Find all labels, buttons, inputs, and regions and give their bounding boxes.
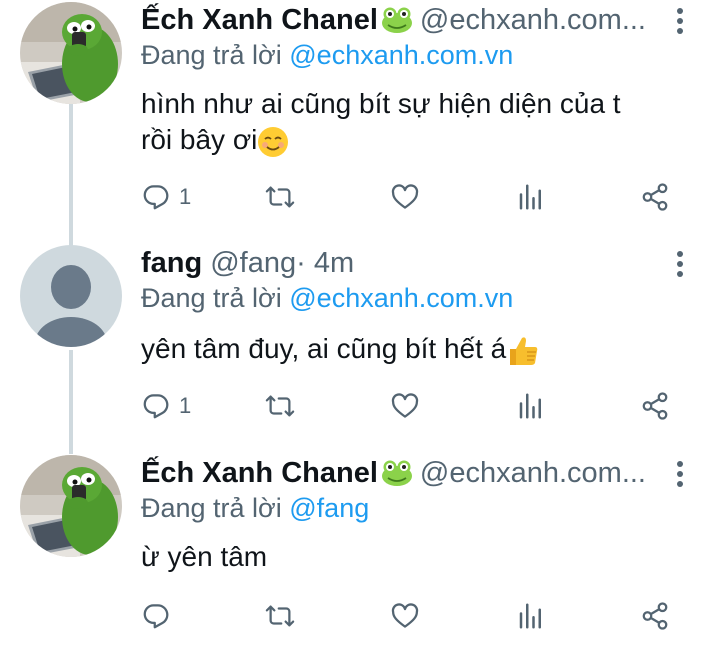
retweet-icon (265, 391, 295, 421)
analytics-icon (516, 182, 546, 212)
replying-to: Đang trả lời @echxanh.com.vn (141, 40, 513, 71)
frog-emoji (380, 459, 414, 487)
mention-link[interactable]: @echxanh.com.vn (289, 283, 513, 313)
reply-button[interactable]: 1 (141, 389, 191, 423)
share-icon (640, 182, 670, 212)
tweet-text-line: rồi bây ơi (141, 122, 681, 158)
kermit-avatar[interactable] (20, 455, 122, 557)
tweet-header: fang @fang · 4m (141, 243, 661, 283)
like-icon (390, 391, 420, 421)
action-bar: 1 (141, 180, 681, 214)
tweet-time[interactable]: · 4m (296, 247, 354, 280)
more-options-icon[interactable] (675, 251, 685, 277)
share-button[interactable] (640, 180, 670, 214)
retweet-button[interactable] (265, 180, 295, 214)
retweet-button[interactable] (265, 389, 295, 423)
replying-to-label: Đang trả lời (141, 493, 290, 523)
default-avatar[interactable] (20, 245, 122, 347)
analytics-button[interactable] (516, 389, 546, 423)
analytics-icon (516, 601, 546, 631)
thumbs-up-emoji (506, 334, 540, 368)
user-handle[interactable]: @fang (210, 247, 296, 280)
tweet-text-line: yên tâm đuy, ai cũng bít hết á (141, 331, 681, 368)
tweet-text-segment: yên tâm đuy, ai cũng bít hết á (141, 333, 507, 364)
tweet[interactable]: fang @fang · 4m Đang trả lời @echxanh.co… (0, 243, 719, 453)
reply-button[interactable]: 1 (141, 180, 191, 214)
tweet-text-segment: rồi bây ơi (141, 124, 258, 155)
replying-to-label: Đang trả lời (141, 283, 290, 313)
share-icon (640, 391, 670, 421)
share-icon (640, 601, 670, 631)
mention-link[interactable]: @fang (289, 493, 369, 523)
reply-button[interactable] (141, 599, 171, 633)
frog-emoji (380, 6, 414, 34)
tweet[interactable]: Ếch Xanh Chanel @echxanh.com... Đang trả… (0, 453, 719, 663)
like-icon (390, 601, 420, 631)
action-bar: 1 (141, 389, 681, 423)
analytics-button[interactable] (516, 180, 546, 214)
replying-to: Đang trả lời @fang (141, 493, 369, 524)
action-bar (141, 599, 681, 633)
retweet-icon (265, 601, 295, 631)
retweet-button[interactable] (265, 599, 295, 633)
tweet-text-line: hình như ai cũng bít sự hiện diện của t (141, 88, 621, 119)
retweet-icon (265, 182, 295, 212)
display-name[interactable]: fang (141, 247, 202, 280)
display-name[interactable]: Ếch Xanh Chanel (141, 4, 378, 37)
user-handle[interactable]: @echxanh.com... (420, 457, 646, 490)
mention-link[interactable]: @echxanh.com.vn (289, 40, 513, 70)
reply-icon (141, 391, 171, 421)
tweet[interactable]: Ếch Xanh Chanel @echxanh.com... Đang trả… (0, 0, 719, 210)
reply-icon (141, 601, 171, 631)
replying-to-label: Đang trả lời (141, 40, 290, 70)
replying-to: Đang trả lời @echxanh.com.vn (141, 283, 513, 314)
share-button[interactable] (640, 599, 670, 633)
kermit-avatar[interactable] (20, 2, 122, 104)
tweet-text: ừ yên tâm (141, 539, 681, 575)
like-button[interactable] (390, 180, 420, 214)
user-handle[interactable]: @echxanh.com... (420, 4, 646, 37)
analytics-icon (516, 391, 546, 421)
like-icon (390, 182, 420, 212)
display-name[interactable]: Ếch Xanh Chanel (141, 457, 378, 490)
reply-count: 1 (179, 184, 192, 209)
tweet-text-line: ừ yên tâm (141, 541, 268, 572)
reply-count: 1 (179, 393, 192, 418)
tweet-text: hình như ai cũng bít sự hiện diện của t … (141, 86, 681, 158)
analytics-button[interactable] (516, 599, 546, 633)
smiling-face-emoji (257, 126, 289, 158)
more-options-icon[interactable] (675, 8, 685, 34)
like-button[interactable] (390, 389, 420, 423)
tweet-header: Ếch Xanh Chanel @echxanh.com... (141, 453, 661, 493)
share-button[interactable] (640, 389, 670, 423)
tweet-text: yên tâm đuy, ai cũng bít hết á (141, 331, 681, 368)
more-options-icon[interactable] (675, 461, 685, 487)
like-button[interactable] (390, 599, 420, 633)
tweet-header: Ếch Xanh Chanel @echxanh.com... (141, 0, 661, 40)
reply-icon (141, 182, 171, 212)
